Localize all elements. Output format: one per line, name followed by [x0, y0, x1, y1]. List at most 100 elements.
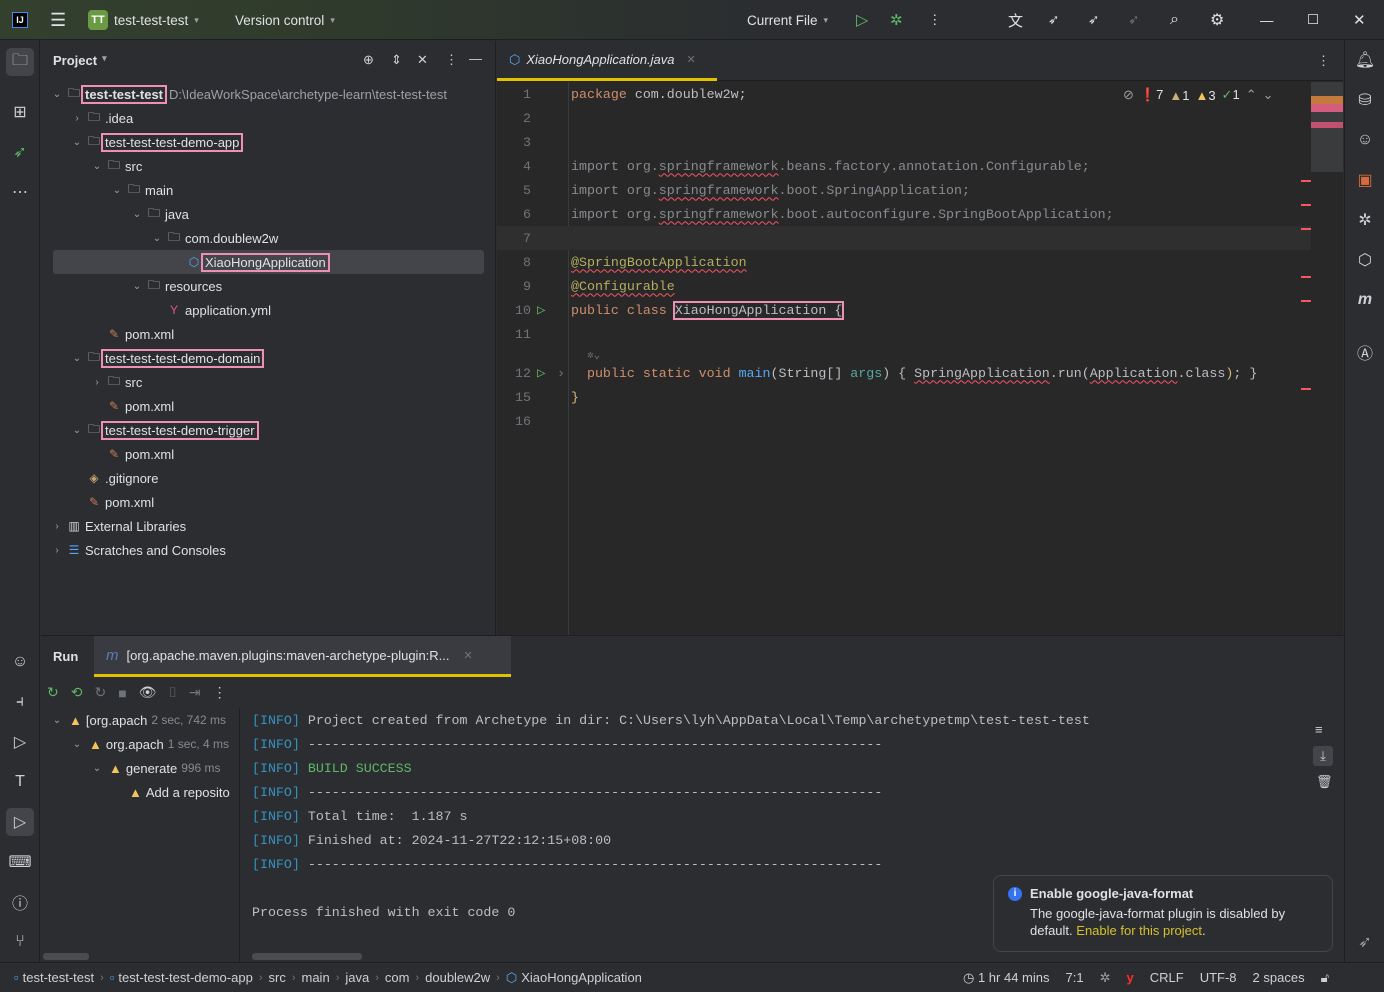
database-icon[interactable]: ⛁: [1353, 88, 1377, 112]
rocket-icon[interactable]: ➶: [1048, 10, 1059, 30]
tree-item[interactable]: ⌄ 🗀 java: [41, 202, 496, 226]
code-line[interactable]: 4 import org.springframework.beans.factor…: [497, 154, 1311, 178]
tree-item[interactable]: ⌄ 🗀 main: [41, 178, 496, 202]
git-icon[interactable]: ⑂: [8, 930, 32, 954]
tree-item[interactable]: ⌄ 🗀 src: [41, 154, 496, 178]
run-dashboard-icon[interactable]: ▷: [8, 730, 32, 754]
fold-chevron-icon[interactable]: ›: [557, 366, 565, 381]
chevron-down-icon[interactable]: ⌄: [129, 209, 145, 220]
editor-tab[interactable]: ⬡ XiaoHongApplication.java ✕: [497, 41, 717, 81]
enable-link[interactable]: Enable for this project: [1076, 923, 1202, 938]
hide-panel-icon[interactable]: —: [469, 51, 482, 66]
tree-item[interactable]: ⌄ 🗀 test-test-test-demo-app: [41, 130, 496, 154]
tree-item[interactable]: ✎ pom.xml: [41, 490, 496, 514]
rocket-disabled-icon[interactable]: ➶: [1128, 10, 1139, 30]
problems-icon[interactable]: ⓘ: [8, 890, 32, 914]
soft-wrap-icon[interactable]: ≡: [1315, 722, 1323, 737]
tree-item[interactable]: ✎ pom.xml: [41, 394, 496, 418]
jrebel-rocket-icon[interactable]: ➶: [1353, 930, 1377, 954]
expand-all-icon[interactable]: ⇕: [391, 52, 402, 68]
code-line[interactable]: 12 ▷ › public static void main(String[] ar…: [497, 361, 1311, 385]
breadcrumb-item[interactable]: src: [268, 970, 285, 985]
settings-gear-icon[interactable]: ⚙: [1210, 10, 1224, 30]
tree-item[interactable]: ⌄ 🗀 resources: [41, 274, 496, 298]
run-tree-item[interactable]: ⌄ ▲ org.apach 1 sec, 4 ms: [41, 732, 239, 756]
stop-icon[interactable]: ■: [118, 685, 126, 701]
close-tab-icon[interactable]: ✕: [464, 649, 473, 662]
collapse-all-icon[interactable]: ✕: [417, 52, 428, 68]
tree-item[interactable]: ⌄ 🗀 com.doublew2w: [41, 226, 496, 250]
tree-scrollbar[interactable]: [43, 953, 89, 960]
search-icon[interactable]: ⌕: [1170, 10, 1179, 30]
tree-item[interactable]: Yapplication.yml: [41, 298, 496, 322]
chevron-down-icon[interactable]: ⌄: [69, 425, 85, 436]
chevron-down-icon[interactable]: ⌄: [49, 715, 65, 726]
chevron-right-icon[interactable]: ›: [89, 377, 105, 388]
main-menu-button[interactable]: ☰: [50, 10, 66, 30]
export-icon[interactable]: ⇥: [189, 684, 201, 701]
indent-setting[interactable]: 2 spaces: [1253, 970, 1305, 985]
code-line[interactable]: 3: [497, 130, 1311, 154]
breadcrumb-item[interactable]: ⬡ XiaoHongApplication: [506, 970, 642, 986]
tree-item[interactable]: ◈ .gitignore: [41, 466, 496, 490]
chevron-down-icon[interactable]: ⌄: [89, 161, 105, 172]
tree-item[interactable]: ⌄ 🗀 test-test-test-demo-domain: [41, 346, 496, 370]
project-panel-title[interactable]: Project ▾: [53, 53, 107, 68]
terminal-icon[interactable]: ⌨: [8, 850, 32, 874]
line-ending[interactable]: CRLF: [1150, 970, 1184, 985]
chevron-right-icon[interactable]: ›: [69, 113, 85, 124]
horizontal-scrollbar[interactable]: [252, 953, 362, 960]
endpoints-icon[interactable]: ⫞: [8, 690, 32, 714]
code-line[interactable]: 8 @SpringBootApplication: [497, 250, 1311, 274]
run-tab[interactable]: m [org.apache.maven.plugins:maven-archet…: [94, 636, 511, 677]
rerun-disabled-icon[interactable]: ↻: [94, 684, 106, 701]
chevron-down-icon[interactable]: ⌄: [109, 185, 125, 196]
breadcrumb-item[interactable]: doublew2w: [425, 970, 490, 985]
more-tools-icon[interactable]: ⋯: [8, 180, 32, 204]
code-line[interactable]: 7: [497, 226, 1311, 250]
vcs-menu[interactable]: Version control ▾: [235, 10, 335, 30]
code-line[interactable]: 5 import org.springframework.boot.SpringA…: [497, 178, 1311, 202]
run-config-selector[interactable]: Current File ▾: [747, 10, 828, 30]
copilot-icon[interactable]: ☺: [1353, 128, 1377, 152]
code-line[interactable]: 2: [497, 106, 1311, 130]
code-line[interactable]: 11: [497, 322, 1311, 346]
breadcrumb-item[interactable]: ▫ test-test-test-demo-app: [110, 970, 253, 985]
jrebel-status-icon[interactable]: ✲: [1100, 970, 1111, 986]
close-tab-icon[interactable]: ✕: [687, 53, 696, 66]
tree-item[interactable]: ✎ pom.xml: [41, 322, 496, 346]
tab-options-icon[interactable]: ⋮: [1317, 53, 1330, 69]
view-icon[interactable]: 👁︎: [139, 684, 157, 701]
tree-item[interactable]: › ▥ External Libraries: [41, 514, 496, 538]
app-logo[interactable]: IJ: [12, 12, 28, 28]
breadcrumb-item[interactable]: java: [345, 970, 369, 985]
services-icon[interactable]: ☺: [8, 650, 32, 674]
error-stripe[interactable]: [1301, 82, 1343, 635]
run-tree-item[interactable]: ⌄ ▲ [org.apach 2 sec, 742 ms: [41, 708, 239, 732]
close-window-button[interactable]: ✕: [1353, 10, 1366, 30]
scroll-to-end-icon[interactable]: ⤓: [1313, 746, 1333, 766]
caret-position[interactable]: 7:1: [1066, 970, 1084, 985]
code-line[interactable]: 10 ▷ public class XiaoHongApplication {: [497, 298, 1311, 322]
ai-assistant-icon[interactable]: Ⓐ: [1353, 340, 1377, 364]
maximize-button[interactable]: ☐: [1307, 10, 1319, 30]
run-gutter-icon[interactable]: ▷: [537, 365, 545, 382]
breadcrumb-item[interactable]: com: [385, 970, 410, 985]
tree-item[interactable]: › ☰ Scratches and Consoles: [41, 538, 496, 562]
minimize-button[interactable]: —: [1260, 10, 1274, 30]
chevron-down-icon[interactable]: ⌄: [49, 89, 65, 100]
more-icon[interactable]: ⋮: [213, 684, 227, 701]
cube-icon[interactable]: ⬡: [1353, 248, 1377, 272]
file-encoding[interactable]: UTF-8: [1200, 970, 1237, 985]
tree-item[interactable]: › 🗀 src: [41, 370, 496, 394]
code-line[interactable]: 6 import org.springframework.boot.autocon…: [497, 202, 1311, 226]
maven-icon[interactable]: m: [1353, 288, 1377, 312]
inlay-hint-icon[interactable]: ✲⌄: [587, 348, 600, 362]
jrebel-icon[interactable]: ➶: [8, 140, 32, 164]
chevron-right-icon[interactable]: ›: [49, 521, 65, 532]
tree-item[interactable]: › 🗀 .idea: [41, 106, 496, 130]
clear-trash-icon[interactable]: 🗑︎: [1316, 774, 1333, 790]
yaml-plugin-icon[interactable]: y: [1127, 970, 1134, 985]
camera-icon[interactable]: ⌷: [168, 684, 176, 701]
more-icon[interactable]: ⋮: [928, 10, 942, 30]
